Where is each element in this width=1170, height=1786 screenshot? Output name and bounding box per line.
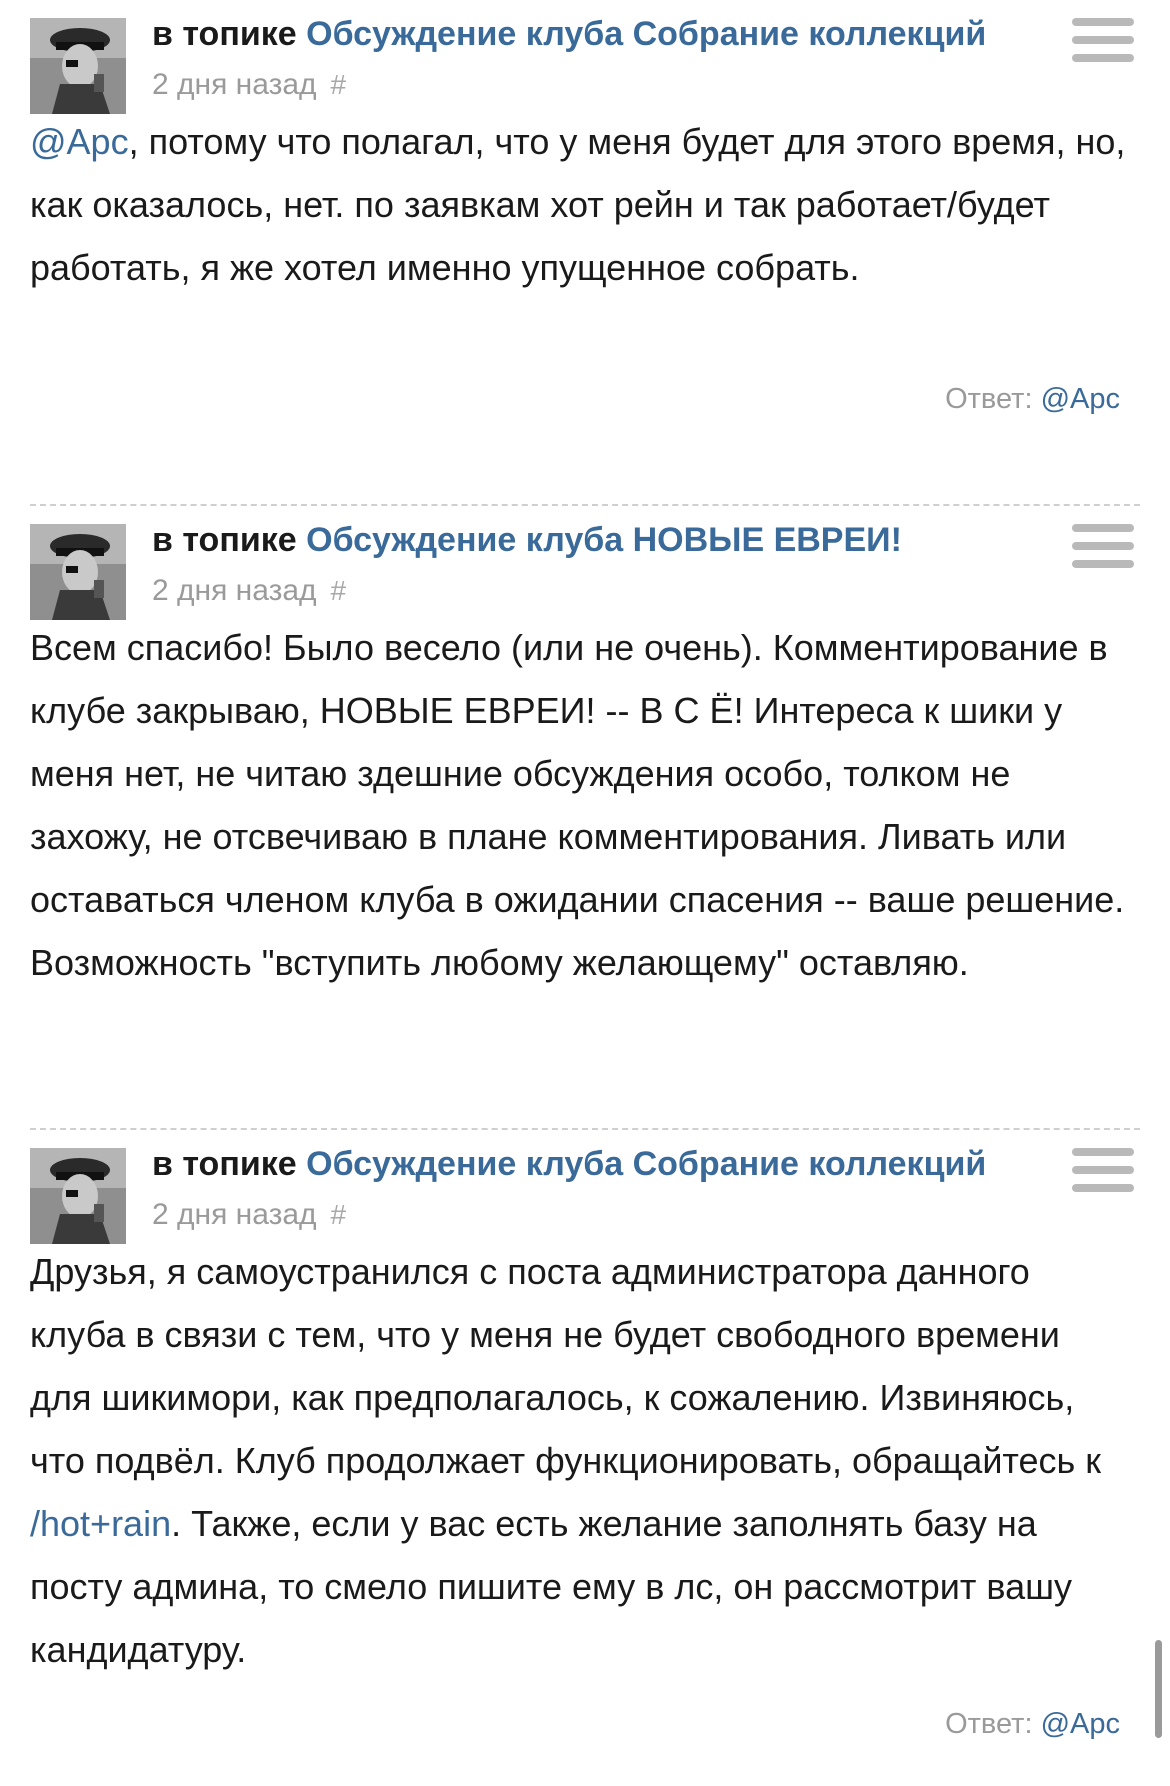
user-link[interactable]: /hot+rain — [30, 1503, 171, 1544]
topic-link[interactable]: Обсуждение клуба Собрание коллекций — [306, 1145, 986, 1183]
topic-line: в топике Обсуждение клуба НОВЫЕ ЕВРЕИ! — [152, 520, 1052, 560]
comment-header: в топике Обсуждение клуба Собрание колле… — [30, 1130, 1140, 1244]
reply-row: Ответ: @Арс — [30, 382, 1140, 416]
topic-prefix: в топике — [152, 521, 297, 559]
comment-text: , потому что полагал, что у меня будет д… — [30, 121, 1126, 288]
comment-meta: 2 дня назад # — [152, 574, 1062, 608]
permalink-hash[interactable]: # — [331, 575, 347, 606]
comment-meta: 2 дня назад # — [152, 68, 1062, 102]
comment-feed: в топике Обсуждение клуба Собрание колле… — [0, 0, 1170, 1740]
topic-prefix: в топике — [152, 15, 297, 53]
hamburger-menu-icon[interactable] — [1072, 18, 1134, 70]
topic-link[interactable]: Обсуждение клуба Собрание коллекций — [306, 15, 986, 53]
comment-body: @Арс, потому что полагал, что у меня буд… — [30, 110, 1140, 346]
hamburger-menu-icon[interactable] — [1072, 1148, 1134, 1200]
avatar[interactable] — [30, 18, 126, 114]
topic-prefix: в топике — [152, 1145, 297, 1183]
comment-meta: 2 дня назад # — [152, 1198, 1062, 1232]
comment-header: в топике Обсуждение клуба Собрание колле… — [30, 0, 1140, 114]
comment-body: Всем спасибо! Было весело (или не очень)… — [30, 616, 1140, 994]
reply-label: Ответ: — [945, 383, 1033, 415]
scrollbar[interactable] — [1155, 1640, 1162, 1738]
permalink-hash[interactable]: # — [331, 69, 347, 100]
reply-mention[interactable]: @Арс — [1041, 383, 1120, 415]
permalink-hash[interactable]: # — [331, 1199, 347, 1230]
comment-text: . Также, если у вас есть желание заполня… — [30, 1503, 1072, 1670]
comment-time[interactable]: 2 дня назад — [152, 68, 317, 101]
avatar[interactable] — [30, 1148, 126, 1244]
topic-line: в топике Обсуждение клуба Собрание колле… — [152, 1144, 1052, 1184]
reply-mention[interactable]: @Арс — [1041, 1708, 1120, 1740]
comment-time[interactable]: 2 дня назад — [152, 574, 317, 607]
topic-line: в топике Обсуждение клуба Собрание колле… — [152, 14, 1052, 54]
comment-post: в топике Обсуждение клуба НОВЫЕ ЕВРЕИ! 2… — [0, 506, 1170, 1128]
avatar[interactable] — [30, 524, 126, 620]
comment-post: в топике Обсуждение клуба Собрание колле… — [0, 0, 1170, 440]
comment-text: Всем спасибо! Было весело (или не очень)… — [30, 627, 1125, 983]
hamburger-menu-icon[interactable] — [1072, 524, 1134, 576]
comment-header: в топике Обсуждение клуба НОВЫЕ ЕВРЕИ! 2… — [30, 506, 1140, 620]
reply-label: Ответ: — [945, 1708, 1033, 1740]
comment-text: Друзья, я самоустранился с поста админис… — [30, 1251, 1102, 1481]
topic-link[interactable]: Обсуждение клуба НОВЫЕ ЕВРЕИ! — [306, 521, 902, 559]
comment-body: Друзья, я самоустранился с поста админис… — [30, 1240, 1140, 1681]
comment-post: в топике Обсуждение клуба Собрание колле… — [0, 1130, 1170, 1740]
comment-time[interactable]: 2 дня назад — [152, 1198, 317, 1231]
user-mention[interactable]: @Арс — [30, 121, 129, 162]
reply-row: Ответ: @Арс — [30, 1707, 1140, 1741]
